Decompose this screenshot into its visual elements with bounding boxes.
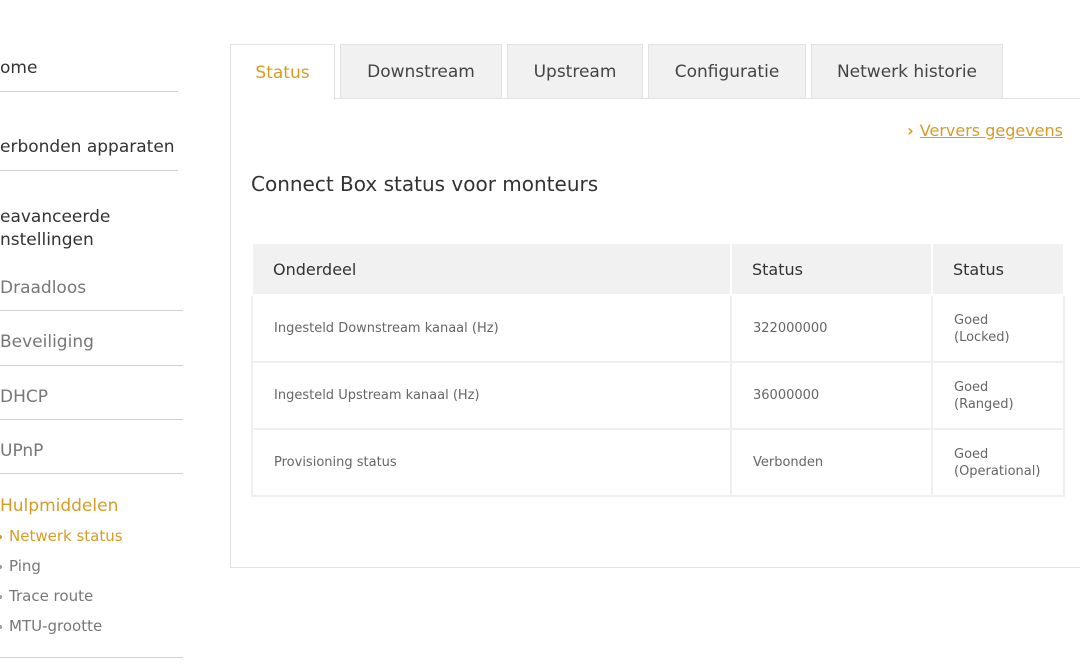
page-title: Connect Box status voor monteurs: [251, 172, 599, 196]
divider: [0, 170, 178, 171]
tab-network-history[interactable]: Netwerk historie: [811, 44, 1003, 98]
refresh-data-link[interactable]: › Ververs gegevens: [907, 121, 1063, 140]
cell-component: Ingesteld Upstream kanaal (Hz): [251, 361, 732, 430]
tab-downstream[interactable]: Downstream: [340, 44, 502, 98]
refresh-label: Ververs gegevens: [919, 121, 1063, 140]
state-detail: (Locked): [954, 329, 1010, 345]
column-header-status: Status: [730, 242, 933, 296]
bullet-icon: [0, 564, 2, 569]
status-table: Onderdeel Status Status Ingesteld Downst…: [251, 242, 1065, 497]
sidebar-item-label: eavanceerde: [0, 207, 111, 227]
state-detail: (Operational): [954, 463, 1041, 479]
state-text: Goed: [954, 379, 989, 395]
cell-state: Goed (Ranged): [931, 361, 1065, 430]
table-row: Ingesteld Upstream kanaal (Hz) 36000000 …: [251, 361, 1065, 430]
sidebar: ome erbonden apparaten eavanceerde nstel…: [0, 0, 190, 669]
table-header-row: Onderdeel Status Status: [251, 242, 1065, 296]
state-text: Goed: [954, 312, 989, 328]
sidebar-item-mtu-size[interactable]: MTU-grootte: [0, 616, 102, 636]
divider: [0, 419, 183, 420]
sidebar-item-security[interactable]: Beveiliging: [0, 331, 94, 354]
sidebar-item-home[interactable]: ome: [0, 57, 37, 80]
sidebar-item-network-status[interactable]: Netwerk status: [0, 526, 123, 546]
tab-status[interactable]: Status: [230, 44, 335, 100]
divider: [0, 310, 183, 311]
bullet-icon: [0, 624, 2, 629]
divider: [0, 365, 183, 366]
bullet-icon: [0, 594, 2, 599]
bullet-icon: [0, 534, 2, 539]
sidebar-item-tools[interactable]: Hulpmiddelen: [0, 495, 118, 518]
cell-state: Goed (Operational): [931, 428, 1065, 497]
sidebar-item-label: Netwerk status: [9, 527, 123, 545]
table-row: Provisioning status Verbonden Goed (Oper…: [251, 428, 1065, 497]
chevron-right-icon: ›: [907, 121, 914, 140]
sidebar-item-dhcp[interactable]: DHCP: [0, 386, 48, 409]
cell-value: Verbonden: [730, 428, 933, 497]
cell-state: Goed (Locked): [931, 294, 1065, 363]
sidebar-item-label: MTU-grootte: [9, 617, 103, 635]
divider: [0, 91, 178, 92]
sidebar-item-trace-route[interactable]: Trace route: [0, 586, 93, 606]
cell-component: Provisioning status: [251, 428, 732, 497]
column-header-component: Onderdeel: [251, 242, 732, 296]
state-detail: (Ranged): [954, 396, 1014, 412]
sidebar-item-ping[interactable]: Ping: [0, 556, 41, 576]
cell-component: Ingesteld Downstream kanaal (Hz): [251, 294, 732, 363]
divider: [0, 657, 183, 658]
cell-value: 36000000: [730, 361, 933, 430]
state-text: Goed: [954, 446, 989, 462]
tab-upstream[interactable]: Upstream: [507, 44, 643, 98]
column-header-state: Status: [931, 242, 1065, 296]
sidebar-item-label: nstellingen: [0, 230, 94, 250]
sidebar-item-label: Trace route: [9, 587, 94, 605]
divider: [0, 473, 183, 474]
cell-value: 322000000: [730, 294, 933, 363]
sidebar-item-label: Ping: [9, 557, 41, 575]
status-panel: › Ververs gegevens Connect Box status voo…: [230, 98, 1080, 568]
sidebar-item-wireless[interactable]: Draadloos: [0, 277, 86, 300]
table-row: Ingesteld Downstream kanaal (Hz) 3220000…: [251, 294, 1065, 363]
tab-configuration[interactable]: Configuratie: [648, 44, 806, 98]
sidebar-item-advanced-settings[interactable]: eavanceerde nstellingen: [0, 206, 110, 252]
sidebar-item-upnp[interactable]: UPnP: [0, 440, 43, 463]
sidebar-item-connected-devices[interactable]: erbonden apparaten: [0, 136, 175, 159]
